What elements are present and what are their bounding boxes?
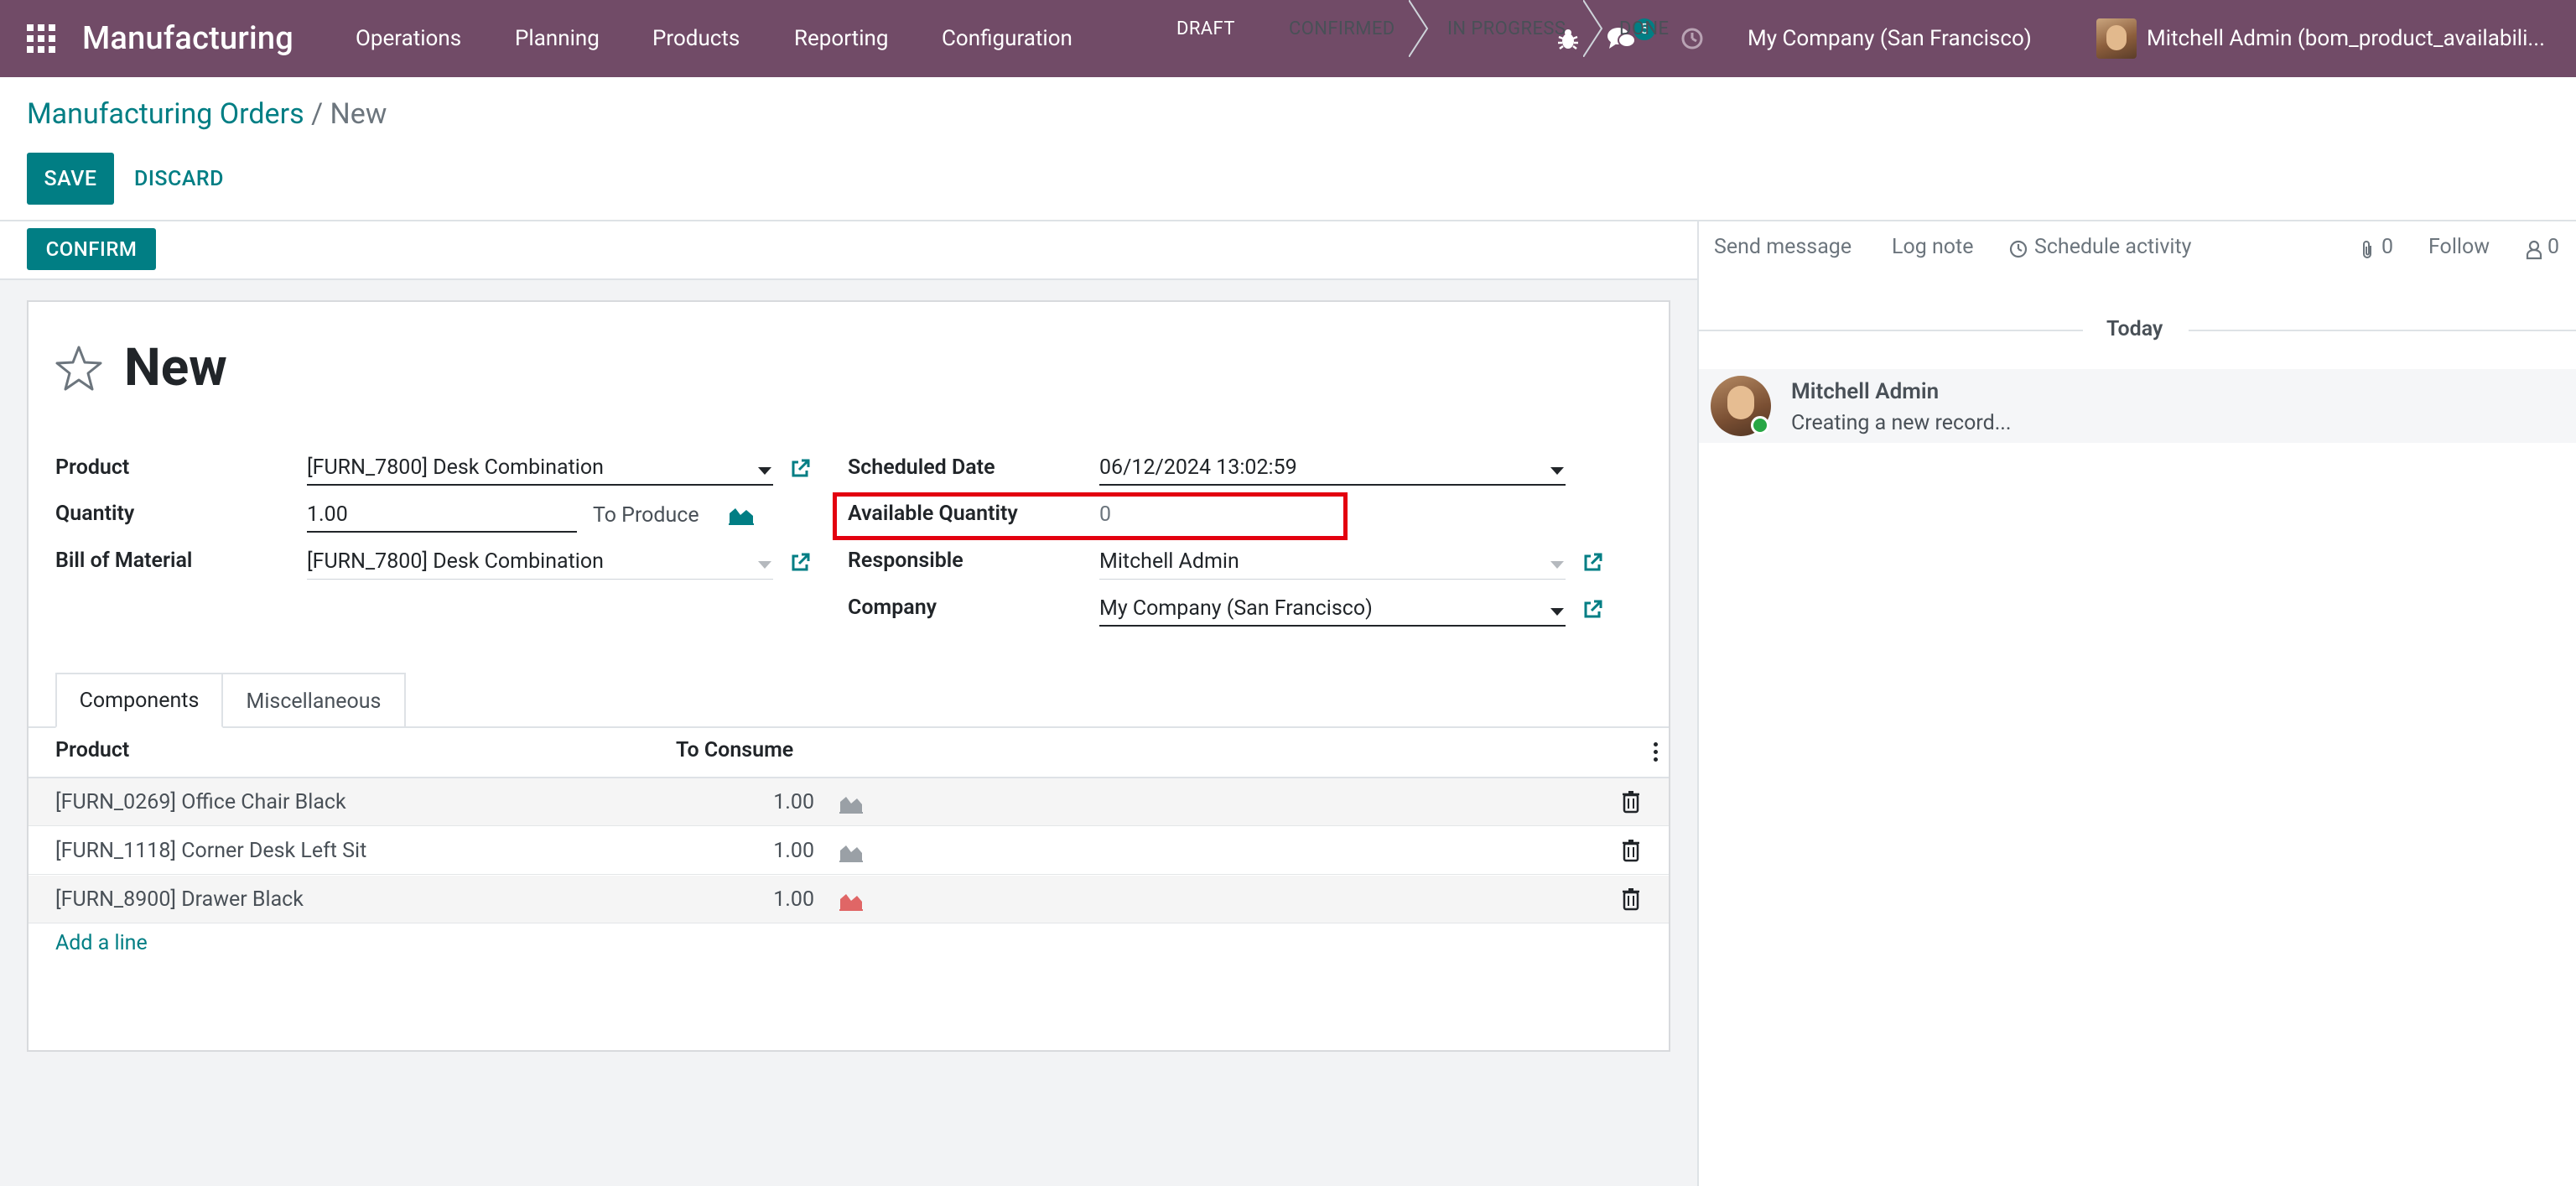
stage-separator <box>1583 0 1603 57</box>
company-label: Company <box>848 596 937 620</box>
delete-trash-icon[interactable] <box>1622 839 1640 862</box>
table-row[interactable]: [FURN_8900] Drawer Black 1.00 <box>29 876 1669 923</box>
today-separator: Today <box>2106 317 2163 341</box>
add-line-link[interactable]: Add a line <box>55 931 148 955</box>
tab-components[interactable]: Components <box>55 673 223 728</box>
forecast-chart-icon[interactable] <box>839 891 864 911</box>
column-header-product[interactable]: Product <box>55 738 129 762</box>
message-author[interactable]: Mitchell Admin <box>1791 379 1939 404</box>
app-name[interactable]: Manufacturing <box>82 0 293 77</box>
company-field[interactable]: My Company (San Francisco) <box>1099 593 1566 627</box>
external-link-icon[interactable] <box>1581 598 1604 622</box>
clock-icon <box>2009 240 2028 258</box>
company-dropdown-icon[interactable] <box>1550 608 1564 616</box>
menu-planning[interactable]: Planning <box>515 0 600 77</box>
table-row[interactable]: [FURN_1118] Corner Desk Left Sit 1.00 <box>29 827 1669 875</box>
external-link-icon[interactable] <box>788 457 812 481</box>
product-label: Product <box>55 455 130 480</box>
responsible-field[interactable]: Mitchell Admin <box>1099 546 1566 580</box>
favorite-star-icon[interactable] <box>54 344 104 394</box>
apps-menu-icon[interactable] <box>27 0 57 77</box>
followers-count[interactable]: 0 <box>2547 235 2559 259</box>
table-row[interactable]: [FURN_0269] Office Chair Black 1.00 <box>29 778 1669 826</box>
message-body: Creating a new record... <box>1791 411 2012 435</box>
column-header-to-consume[interactable]: To Consume <box>676 738 793 762</box>
component-quantity[interactable]: 1.00 <box>697 790 814 814</box>
bom-field[interactable]: [FURN_7800] Desk Combination <box>307 546 773 580</box>
breadcrumb-current: New <box>330 97 387 131</box>
stage-separator <box>1409 0 1429 57</box>
bom-dropdown-icon[interactable] <box>758 561 771 569</box>
scheduled-date-dropdown-icon[interactable] <box>1550 467 1564 475</box>
status-bar <box>0 221 1697 280</box>
chatter-panel <box>1697 221 2576 1186</box>
breadcrumb: Manufacturing Orders / New <box>27 97 387 131</box>
responsible-label: Responsible <box>848 549 963 573</box>
tab-miscellaneous[interactable]: Miscellaneous <box>223 673 406 728</box>
menu-products[interactable]: Products <box>652 0 740 77</box>
responsible-dropdown-icon[interactable] <box>1550 561 1564 569</box>
save-button[interactable]: SAVE <box>27 153 114 205</box>
record-title: New <box>124 337 227 398</box>
paperclip-icon[interactable] <box>2360 240 2375 260</box>
delete-trash-icon[interactable] <box>1622 887 1640 911</box>
online-status-icon <box>1751 416 1769 434</box>
scheduled-date-label: Scheduled Date <box>848 455 995 480</box>
scheduled-date-field[interactable]: 06/12/2024 13:02:59 <box>1099 452 1566 486</box>
quantity-label: Quantity <box>55 502 135 526</box>
forecast-chart-icon[interactable] <box>839 842 864 862</box>
component-product[interactable]: [FURN_0269] Office Chair Black <box>55 790 346 814</box>
optional-columns-icon[interactable] <box>1654 742 1659 765</box>
stage-confirmed[interactable]: CONFIRMED <box>1289 0 1395 57</box>
forecast-chart-icon[interactable] <box>839 793 864 814</box>
followers-user-icon[interactable] <box>2526 240 2542 260</box>
date-divider <box>1699 330 2083 331</box>
discard-button[interactable]: DISCARD <box>134 153 224 205</box>
date-divider <box>2189 330 2576 331</box>
stage-done[interactable]: DONE <box>1619 0 1669 57</box>
top-navbar: Manufacturing Operations Planning Produc… <box>0 0 2576 77</box>
user-avatar[interactable] <box>2096 18 2137 59</box>
log-note-button[interactable]: Log note <box>1892 235 1973 259</box>
external-link-icon[interactable] <box>1581 551 1604 575</box>
schedule-activity-button[interactable]: Schedule activity <box>2034 235 2192 259</box>
component-product[interactable]: [FURN_1118] Corner Desk Left Sit <box>55 839 366 863</box>
follow-button[interactable]: Follow <box>2428 235 2490 259</box>
component-quantity[interactable]: 1.00 <box>697 887 814 912</box>
user-menu[interactable]: Mitchell Admin (bom_product_availabili..… <box>2147 0 2545 77</box>
bom-label: Bill of Material <box>55 549 193 573</box>
highlight-annotation-box <box>833 492 1348 540</box>
menu-operations[interactable]: Operations <box>356 0 461 77</box>
delete-trash-icon[interactable] <box>1622 790 1640 814</box>
attachments-count[interactable]: 0 <box>2381 235 2393 259</box>
breadcrumb-separator: / <box>311 97 324 131</box>
component-quantity[interactable]: 1.00 <box>697 839 814 863</box>
confirm-button[interactable]: CONFIRM <box>27 228 156 270</box>
stage-arrow <box>1258 0 1276 57</box>
product-field[interactable]: [FURN_7800] Desk Combination <box>307 452 773 486</box>
forecast-chart-icon[interactable] <box>728 505 755 525</box>
stage-draft[interactable]: DRAFT <box>1151 0 1259 57</box>
breadcrumb-parent-link[interactable]: Manufacturing Orders <box>27 97 304 131</box>
menu-reporting[interactable]: Reporting <box>794 0 888 77</box>
send-message-button[interactable]: Send message <box>1714 235 1852 259</box>
external-link-icon[interactable] <box>788 551 812 575</box>
activity-clock-icon[interactable] <box>1680 0 1704 77</box>
product-dropdown-icon[interactable] <box>758 467 771 475</box>
component-product[interactable]: [FURN_8900] Drawer Black <box>55 887 304 912</box>
company-switcher[interactable]: My Company (San Francisco) <box>1748 0 2032 77</box>
to-produce-label: To Produce <box>593 503 699 528</box>
menu-configuration[interactable]: Configuration <box>942 0 1072 77</box>
stage-in-progress[interactable]: IN PROGRESS <box>1447 0 1566 57</box>
quantity-field[interactable]: 1.00 <box>307 499 577 533</box>
